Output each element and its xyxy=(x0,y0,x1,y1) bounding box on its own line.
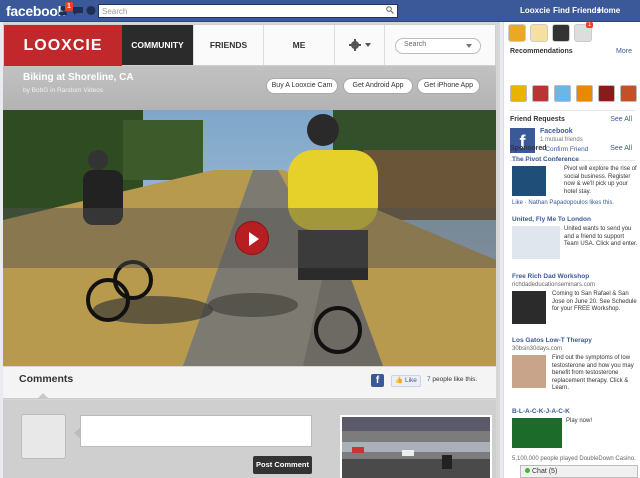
comments-heading: Comments xyxy=(19,373,74,385)
play-button[interactable] xyxy=(235,221,269,255)
comments-header: Comments f 👍 Like 7 people like this. xyxy=(3,367,496,399)
ad-social-context: 5,100,000 people played DoubleDown Casin… xyxy=(512,456,636,462)
recommendations-heading: Recommendations xyxy=(510,48,573,55)
gear-icon xyxy=(349,39,361,54)
divider xyxy=(510,110,635,111)
messages-icon[interactable] xyxy=(72,5,84,16)
facebook-share-icon[interactable]: f xyxy=(371,374,384,387)
comment-composer: Post Comment xyxy=(3,400,496,478)
see-all-requests-link[interactable]: See All xyxy=(610,116,632,123)
ad-like-line[interactable]: Like · Nathan Papadopoulos likes this. xyxy=(512,200,614,206)
home-link[interactable]: Home xyxy=(598,6,620,15)
recommendation-app-icon[interactable] xyxy=(620,85,637,102)
recommendation-app-icon[interactable] xyxy=(510,85,527,102)
looxcie-app: LOOXCIE COMMUNITY FRIENDS ME Search Biki… xyxy=(3,22,500,478)
ad-title[interactable]: United, Fly Me To London xyxy=(512,216,591,223)
app-search-input[interactable]: Search xyxy=(395,38,481,54)
tab-community[interactable]: COMMUNITY xyxy=(122,25,194,65)
sponsored-heading: Sponsored xyxy=(510,145,547,152)
recommendation-app-icon[interactable] xyxy=(598,85,615,102)
like-button[interactable]: 👍 Like xyxy=(391,375,421,387)
ad-title[interactable]: Los Gatos Low-T Therapy xyxy=(512,337,592,344)
racetrack-image xyxy=(342,417,490,478)
app-icon[interactable] xyxy=(508,24,526,42)
caret-up-icon xyxy=(37,393,49,399)
ad-title[interactable]: B-L-A-C-K-J-A-C-K xyxy=(512,408,570,415)
search-icon[interactable] xyxy=(386,6,394,17)
ad-domain[interactable]: richdadeducationseminars.com xyxy=(512,282,595,288)
chevron-down-icon xyxy=(365,43,371,47)
app-navbar: LOOXCIE COMMUNITY FRIENDS ME Search xyxy=(3,24,496,67)
iphone-app-button[interactable]: Get iPhone App xyxy=(417,78,480,94)
thumbs-up-icon: 👍 xyxy=(395,377,404,384)
ad-body-text: Pivot will explore the rise of social bu… xyxy=(564,166,637,195)
friend-requests-heading: Friend Requests xyxy=(510,116,565,123)
chat-bar[interactable]: Chat (5) xyxy=(520,465,638,478)
ad-image[interactable] xyxy=(512,226,560,259)
find-friends-link[interactable]: Find Friends xyxy=(553,6,601,15)
app-search-placeholder: Search xyxy=(404,41,427,48)
ad-image[interactable] xyxy=(512,166,546,196)
video-subtitle[interactable]: by BobG in Random Videos xyxy=(23,87,103,94)
confirm-friend-label: Confirm Friend xyxy=(545,146,589,153)
app-icon[interactable] xyxy=(530,24,548,42)
video-title: Biking at Shoreline, CA xyxy=(23,72,134,83)
ad-body-text: Play now! xyxy=(566,418,593,424)
ad-image[interactable] xyxy=(512,355,546,388)
ad-body-text: United wants to send you and a friend to… xyxy=(564,226,638,247)
ad-image[interactable] xyxy=(512,418,562,448)
post-comment-button[interactable]: Post Comment xyxy=(253,456,312,474)
recommendation-app-icon[interactable] xyxy=(554,85,571,102)
friend-name[interactable]: Facebook xyxy=(540,128,573,135)
avatar xyxy=(21,414,66,459)
recommendation-app-icon[interactable] xyxy=(532,85,549,102)
ad-title[interactable]: Free Rich Dad Workshop xyxy=(512,273,589,280)
tab-me[interactable]: ME xyxy=(264,25,335,65)
ad-domain[interactable]: 30bsin30days.com xyxy=(512,346,562,352)
confirm-friend-link[interactable]: − Confirm Friend xyxy=(540,146,588,153)
facebook-top-bar: facebook 1 Search Looxcie Find Friends H… xyxy=(0,0,640,22)
profile-link[interactable]: Looxcie xyxy=(520,6,550,15)
video-player[interactable] xyxy=(3,110,496,366)
more-link[interactable]: More xyxy=(616,48,632,55)
android-app-button[interactable]: Get Android App xyxy=(343,78,413,94)
search-placeholder: Search xyxy=(102,7,128,16)
see-all-ads-link[interactable]: See All xyxy=(610,145,632,152)
right-sidebar: 1 Recommendations More Friend Requests S… xyxy=(503,22,640,478)
facebook-search-input[interactable]: Search xyxy=(98,4,398,18)
settings-menu[interactable] xyxy=(335,25,385,65)
like-label: Like xyxy=(404,377,417,384)
chat-label: Chat (5) xyxy=(532,468,558,475)
app-icon[interactable] xyxy=(552,24,570,42)
ad-image[interactable] xyxy=(512,291,546,324)
ad-body-text: Coming to San Rafael & San Jose on June … xyxy=(552,291,637,312)
chevron-down-icon xyxy=(466,44,472,48)
like-count: 7 people like this. xyxy=(427,376,477,383)
play-icon xyxy=(249,232,259,246)
related-video-thumbnail[interactable] xyxy=(340,415,492,478)
recommendation-app-icon[interactable] xyxy=(576,85,593,102)
online-status-icon xyxy=(525,468,530,473)
notifications-globe-icon[interactable] xyxy=(85,5,97,16)
app-badge: 1 xyxy=(586,22,594,28)
comment-input[interactable] xyxy=(74,415,312,447)
looxcie-logo[interactable]: LOOXCIE xyxy=(4,25,122,67)
like-count-text: people like this. xyxy=(430,376,478,383)
video-header: Biking at Shoreline, CA by BobG in Rando… xyxy=(3,66,496,110)
mutual-friends: 1 mutual friends xyxy=(540,137,583,143)
tab-friends[interactable]: FRIENDS xyxy=(194,25,264,65)
ad-body-text: Find out the symptoms of low testosteron… xyxy=(552,355,634,391)
ad-title[interactable]: The Pivot Conference xyxy=(512,156,579,163)
buy-cam-button[interactable]: Buy A Looxcie Cam xyxy=(266,78,338,94)
